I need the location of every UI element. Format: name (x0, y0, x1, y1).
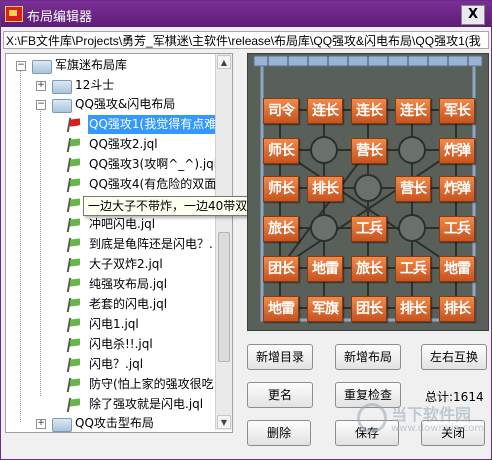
piece-r4c1[interactable]: 地雷 (307, 256, 343, 282)
window-close-button[interactable]: X (461, 5, 485, 25)
tree-line (20, 66, 21, 422)
piece-r0c3[interactable]: 连长 (395, 98, 431, 124)
green-flag-icon (66, 378, 82, 392)
tree-scrollbar[interactable]: ▲ ▼ (215, 54, 232, 430)
tree-item-label: 闪电杀!!.jql (89, 337, 153, 351)
piece-r1c0[interactable]: 师长 (263, 138, 299, 164)
swap-left-right-button[interactable]: 左右互换 (421, 344, 487, 370)
duplicate-check-button[interactable]: 重复检查 (335, 382, 401, 408)
red-flag-icon (66, 118, 82, 132)
tree-file[interactable]: QQ强攻1(我觉得有点难 (66, 115, 218, 134)
expand-toggle[interactable]: + (36, 419, 46, 429)
tree-item-label: QQ强攻4(有危险的双面 (89, 177, 217, 191)
tree-item-label: 闪电？.jql (89, 357, 144, 371)
green-flag-icon (66, 338, 82, 352)
piece-r4c2[interactable]: 旅长 (351, 256, 387, 282)
piece-r1c4[interactable]: 炸弹 (439, 138, 475, 164)
title-bar: 布局编辑器 X (1, 1, 491, 27)
green-flag-icon (66, 398, 82, 412)
tree-item-label: 防守(怕上家的强攻很吃 (89, 377, 214, 391)
tree-item-label: QQ强攻1(我觉得有点难 (88, 115, 218, 134)
tree-item-label: 大子双炸2.jql (89, 257, 163, 271)
green-flag-icon (66, 358, 82, 372)
scroll-up-arrow-icon[interactable]: ▲ (217, 55, 231, 69)
tree-line (40, 102, 41, 396)
new-directory-button[interactable]: 新增目录 (247, 344, 313, 370)
scroll-thumb[interactable] (218, 232, 230, 362)
rename-button[interactable]: 更名 (247, 382, 313, 408)
tree-item-label: 12斗士 (75, 78, 115, 92)
new-layout-button[interactable]: 新增布局 (335, 344, 401, 370)
tree-item-label: 冲吧闪电.jql (89, 217, 156, 231)
piece-r5c3[interactable]: 排长 (395, 296, 431, 322)
piece-r2c0[interactable]: 师长 (263, 176, 299, 202)
green-flag-icon (66, 218, 82, 232)
folder-icon (52, 80, 72, 94)
green-flag-icon (66, 158, 82, 172)
green-flag-icon (66, 278, 82, 292)
window-title: 布局编辑器 (27, 10, 93, 25)
piece-r2c4[interactable]: 炸弹 (439, 176, 475, 202)
tree-item-label: 除了强攻就是闪电.jql (89, 397, 204, 411)
piece-r2c1[interactable]: 排长 (307, 176, 343, 202)
delete-button[interactable]: 删除 (247, 420, 311, 446)
collapse-toggle[interactable]: − (36, 100, 46, 110)
tree-item-label: 到底是龟阵还是闪电？. (89, 237, 213, 251)
piece-r5c2[interactable]: 团长 (351, 296, 387, 322)
piece-r3c0[interactable]: 旅长 (263, 216, 299, 242)
piece-r5c4[interactable]: 排长 (439, 296, 475, 322)
folder-open-icon (52, 99, 72, 113)
scroll-down-arrow-icon[interactable]: ▼ (217, 415, 231, 429)
green-flag-icon (66, 258, 82, 272)
layout-tree[interactable]: − 军旗迷布局库 + 12斗士 − QQ强攻&闪电布局 QQ强攻1(我觉得有点难… (5, 53, 233, 433)
piece-r5c1[interactable]: 军旗 (307, 296, 343, 322)
path-field[interactable]: X:\FB文件库\Projects\勇芳_军棋迷\主软件\release\布局库… (3, 31, 489, 49)
save-button[interactable]: 保存 (335, 420, 399, 446)
green-flag-icon (66, 138, 82, 152)
piece-r3c2[interactable]: 工兵 (351, 216, 387, 242)
green-flag-icon (66, 178, 82, 192)
tree-item-label: 闪电1.jql (89, 317, 139, 331)
tree-item-label: QQ强攻&闪电布局 (75, 97, 176, 111)
collapse-toggle[interactable]: − (16, 61, 26, 71)
app-flag-icon (5, 6, 23, 22)
expand-toggle[interactable]: + (36, 81, 46, 91)
tree-item-label: 纯强攻布局.jql (89, 277, 168, 291)
tree-item-label: QQ强攻2.jql (89, 137, 158, 151)
layout-editor-window: 布局编辑器 X X:\FB文件库\Projects\勇芳_军棋迷\主软件\rel… (0, 0, 492, 460)
green-flag-icon (66, 298, 82, 312)
piece-r0c0[interactable]: 司令 (263, 98, 299, 124)
piece-r0c4[interactable]: 军长 (439, 98, 475, 124)
total-count-label: 总计:1614 (425, 390, 484, 404)
green-flag-icon (66, 238, 82, 252)
tree-item-label: 老套的闪电.jql (89, 297, 168, 311)
piece-r5c0[interactable]: 地雷 (263, 296, 299, 322)
piece-r0c2[interactable]: 连长 (351, 98, 387, 124)
tree-item-label: QQ攻击型布局 (75, 416, 154, 430)
piece-r4c3[interactable]: 工兵 (395, 256, 431, 282)
green-flag-icon (66, 198, 82, 212)
piece-r4c0[interactable]: 团长 (263, 256, 299, 282)
tree-item-label: QQ强攻3(攻啊^_^).jql (89, 157, 218, 171)
piece-r3c4[interactable]: 工兵 (439, 216, 475, 242)
tree-root-label: 军旗迷布局库 (55, 58, 128, 72)
layout-board[interactable]: 司令 连长 连长 连长 军长 师长 营长 炸弹 师长 排长 营长 炸弹 旅长 工… (247, 53, 489, 331)
piece-r1c2[interactable]: 营长 (351, 138, 387, 164)
piece-r2c3[interactable]: 营长 (395, 176, 431, 202)
close-button[interactable]: 关闭 (421, 420, 485, 446)
folder-icon (32, 60, 52, 74)
piece-r0c1[interactable]: 连长 (307, 98, 343, 124)
folder-icon (52, 418, 72, 432)
green-flag-icon (66, 318, 82, 332)
piece-r4c4[interactable]: 地雷 (439, 256, 475, 282)
